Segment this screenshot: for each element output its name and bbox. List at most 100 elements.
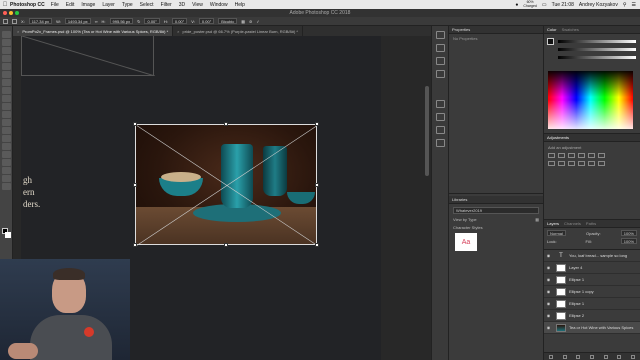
visibility-eye-icon[interactable]: ◉ [544, 253, 553, 258]
commit-transform-icon[interactable]: ✓ [256, 19, 259, 24]
channels-tab[interactable]: Channels [564, 221, 581, 226]
layer-row[interactable]: ◉ Ellipse 1 [544, 274, 640, 286]
paragraph-panel-icon[interactable] [435, 113, 445, 121]
eraser-tool-icon[interactable] [2, 111, 11, 118]
gradient-tool-icon[interactable] [2, 119, 11, 126]
transform-handle-tl[interactable] [133, 122, 137, 126]
layer-row[interactable]: ◉ Layer 4 [544, 262, 640, 274]
menu-filter[interactable]: Filter [161, 2, 172, 8]
angle-field[interactable]: 0.00° [144, 18, 160, 24]
transform-handle-l[interactable] [133, 183, 137, 187]
clone-source-icon[interactable] [435, 70, 445, 78]
zoom-window-button[interactable] [15, 11, 19, 15]
hue-saturation-icon[interactable] [598, 153, 605, 158]
levels-icon[interactable] [558, 153, 565, 158]
glyphs-panel-icon[interactable] [435, 126, 445, 134]
fill-field[interactable]: 100% [620, 238, 637, 244]
search-icon[interactable]: ⚲ [623, 2, 627, 8]
healing-tool-icon[interactable] [2, 79, 11, 86]
visibility-eye-icon[interactable]: ◉ [544, 289, 553, 294]
transform-handle-r[interactable] [315, 183, 319, 187]
new-adjustment-icon[interactable] [589, 354, 594, 359]
doc-tab-pride-poster[interactable]: × pride_poster.psd @ 66.7% (Purple-paste… [173, 26, 303, 36]
blend-mode-select[interactable]: Normal [547, 230, 566, 236]
menu-3d[interactable]: 3D [179, 2, 185, 8]
battery-status[interactable]: 60% Charged [523, 0, 536, 8]
transform-tool-icon[interactable] [3, 18, 8, 24]
eyedropper-tool-icon[interactable] [2, 71, 11, 78]
hand-tool-icon[interactable] [2, 175, 11, 182]
shape-tool-icon[interactable] [2, 167, 11, 174]
x-field[interactable]: 117.34 px [28, 18, 53, 24]
menu-type[interactable]: Type [122, 2, 133, 8]
channel-mixer-icon[interactable] [578, 161, 585, 166]
close-tab-icon[interactable]: × [17, 29, 19, 34]
visibility-eye-icon[interactable]: ◉ [544, 265, 553, 270]
link-icon[interactable]: ∞ [95, 19, 98, 24]
close-tab-icon[interactable]: × [177, 29, 179, 34]
brush-tool-icon[interactable] [2, 87, 11, 94]
reference-point-icon[interactable] [12, 18, 17, 24]
h-skew-field[interactable]: 0.00° [171, 18, 188, 24]
character-panel-icon[interactable] [435, 100, 445, 108]
color-slider-1[interactable] [558, 40, 636, 43]
canvas-vertical-scrollbar[interactable] [425, 86, 429, 176]
minimize-window-button[interactable] [9, 11, 13, 15]
menu-select[interactable]: Select [140, 2, 154, 8]
type-tool-icon[interactable] [2, 151, 11, 158]
swatches-tab[interactable]: Swatches [562, 27, 579, 32]
black-white-icon[interactable] [558, 161, 565, 166]
new-group-icon[interactable] [603, 354, 608, 359]
menu-view[interactable]: View [192, 2, 203, 8]
marquee-tool-icon[interactable] [2, 39, 11, 46]
height-field[interactable]: 995.56 px [109, 18, 134, 24]
lasso-tool-icon[interactable] [2, 47, 11, 54]
menu-layer[interactable]: Layer [102, 2, 115, 8]
brightness-icon[interactable] [548, 153, 555, 158]
color-tab[interactable]: Color [547, 27, 557, 32]
color-spectrum[interactable] [548, 71, 633, 129]
menu-file[interactable]: File [51, 2, 59, 8]
new-layer-icon[interactable] [617, 354, 622, 359]
visibility-eye-icon[interactable]: ◉ [544, 325, 553, 330]
color-lookup-icon[interactable] [588, 161, 595, 166]
invert-icon[interactable] [598, 161, 605, 166]
menu-app-name[interactable]: Photoshop CC [10, 2, 45, 8]
brushes-panel-icon[interactable] [435, 57, 445, 65]
dodge-tool-icon[interactable] [2, 135, 11, 142]
zoom-tool-icon[interactable] [2, 183, 11, 190]
layer-row[interactable]: ◉ Ellipse 1 [544, 298, 640, 310]
battery-icon[interactable]: ▭ [542, 2, 547, 8]
color-fg-swatch[interactable] [547, 38, 554, 45]
layer-row[interactable]: ◉ Ellipse 1 copy [544, 286, 640, 298]
history-panel-icon[interactable] [435, 31, 445, 39]
color-slider-3[interactable] [558, 56, 636, 59]
close-window-button[interactable] [3, 11, 7, 15]
stamp-tool-icon[interactable] [2, 95, 11, 102]
crop-tool-icon[interactable] [2, 63, 11, 70]
adjustments-tab[interactable]: Adjustments [547, 135, 569, 140]
visibility-eye-icon[interactable]: ◉ [544, 301, 553, 306]
view-by-type-select[interactable]: View by Type [453, 217, 477, 222]
properties-tab[interactable]: Properties [452, 27, 470, 32]
quick-select-tool-icon[interactable] [2, 55, 11, 62]
visibility-eye-icon[interactable]: ◉ [544, 313, 553, 318]
v-skew-field[interactable]: 0.00° [198, 18, 215, 24]
path-select-tool-icon[interactable] [2, 159, 11, 166]
transform-handle-b[interactable] [224, 243, 228, 247]
warp-icon[interactable]: ▦ [241, 19, 245, 24]
curves-icon[interactable] [568, 153, 575, 158]
transform-handle-t[interactable] [224, 122, 228, 126]
layer-row[interactable]: ◉ Ellipse 2 [544, 310, 640, 322]
vibrance-icon[interactable] [588, 153, 595, 158]
libraries-tab[interactable]: Libraries [452, 197, 467, 202]
brush-settings-icon[interactable] [435, 44, 445, 52]
interpolation-select[interactable]: Bicubic [218, 18, 238, 24]
layer-style-icon[interactable] [562, 354, 567, 359]
menu-list-icon[interactable]: ☰ [632, 2, 636, 8]
visibility-eye-icon[interactable]: ◉ [544, 277, 553, 282]
history-brush-tool-icon[interactable] [2, 103, 11, 110]
grid-list-toggle-icon[interactable]: ▦ [535, 217, 539, 222]
opacity-field[interactable]: 100% [620, 230, 637, 236]
blur-tool-icon[interactable] [2, 127, 11, 134]
